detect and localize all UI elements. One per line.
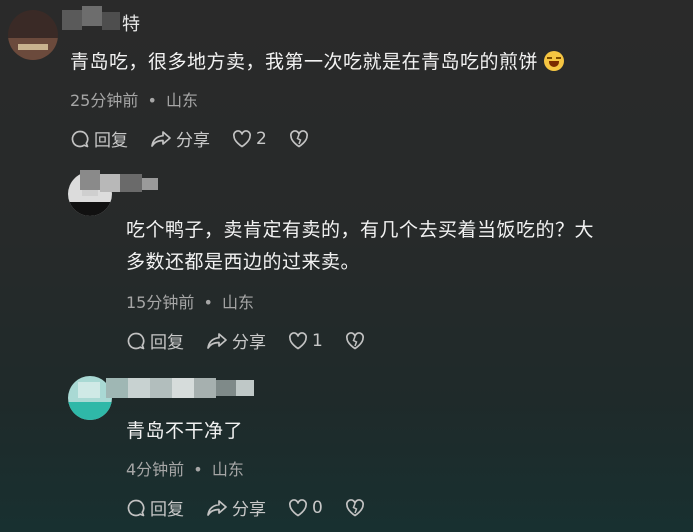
share-icon: [207, 332, 227, 349]
comment-text: 吃个鸭子，卖肯定有卖的，有几个去买着当饭吃的？大 多数还都是西边的过来卖。: [126, 219, 595, 273]
share-icon: [207, 499, 227, 516]
share-icon: [151, 130, 171, 147]
heart-icon: [289, 498, 307, 516]
like-count: 1: [312, 330, 323, 351]
like-button[interactable]: 2: [232, 129, 267, 149]
comment-meta: 15分钟前 • 山东: [126, 293, 255, 312]
broken-heart-icon: [289, 129, 308, 147]
heart-icon: [233, 129, 251, 147]
username-blur: [62, 6, 122, 36]
broken-heart-icon: [345, 498, 364, 516]
heart-icon: [289, 331, 307, 349]
action-row: 回复 分享 2: [70, 126, 335, 151]
action-row: 回复 分享 0: [126, 495, 391, 520]
avatar[interactable]: [8, 10, 58, 60]
dislike-button[interactable]: [289, 129, 313, 148]
dislike-button[interactable]: [345, 331, 369, 350]
dislike-button[interactable]: [345, 498, 369, 517]
reply-button[interactable]: 回复: [126, 495, 184, 520]
share-button[interactable]: 分享: [206, 495, 266, 520]
comment-text: 青岛吃，很多地方卖，我第一次吃就是在青岛吃的煎饼: [70, 46, 565, 78]
reply-button[interactable]: 回复: [70, 126, 128, 151]
share-button[interactable]: 分享: [150, 126, 210, 151]
username[interactable]: 特: [122, 10, 140, 36]
comment-meta: 4分钟前 • 山东: [126, 460, 244, 479]
comment-text: 青岛不干净了: [126, 420, 244, 442]
broken-heart-icon: [345, 331, 364, 349]
laughing-emoji-icon: [544, 51, 565, 71]
username-blur: [106, 376, 256, 402]
reply-button[interactable]: 回复: [126, 328, 184, 353]
comment-bubble-icon: [127, 499, 145, 516]
comment-meta: 25分钟前 • 山东: [70, 91, 199, 110]
comment-bubble-icon: [127, 332, 145, 349]
like-count: 0: [312, 497, 323, 518]
action-row: 回复 分享 1: [126, 328, 391, 353]
like-button[interactable]: 1: [288, 331, 323, 351]
comment-bubble-icon: [71, 130, 89, 147]
username-blur: [80, 170, 160, 198]
share-button[interactable]: 分享: [206, 328, 266, 353]
like-button[interactable]: 0: [288, 498, 323, 518]
like-count: 2: [256, 128, 267, 149]
